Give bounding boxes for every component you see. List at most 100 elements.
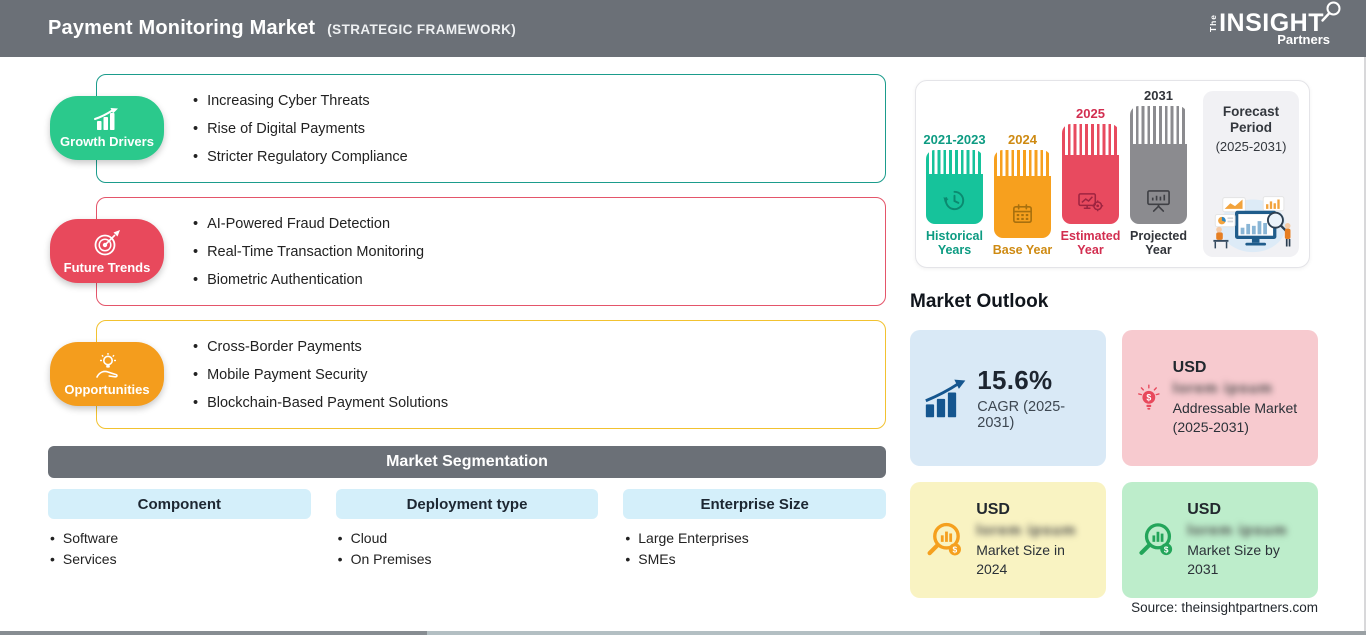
list-item: Large Enterprises [625,528,886,549]
segment-items: Cloud On Premises [336,528,599,570]
timeline-bars: 2021-2023 Historical Years 2024 Base Yea… [923,88,1191,257]
bar [1130,106,1187,224]
estimated-year-bar: 2025 Estimated Year [1061,106,1121,257]
slide-bottom-edge [0,631,1366,635]
masked-value: lorem ipsum [976,522,1077,539]
segment-deployment-type: Deployment type Cloud On Premises [335,489,599,570]
list-item: Real-Time Transaction Monitoring [193,238,424,266]
magnifier-icon [1321,1,1341,22]
segment-component: Component Software Services [48,489,311,570]
logo-the: The [1207,14,1218,33]
bulb-dollar-icon: $ [1138,384,1160,410]
list-item: Cross-Border Payments [193,333,448,361]
cagr-label: CAGR (2025-2031) [977,399,1066,431]
list-item: Services [50,549,311,570]
bar-label: Estimated Year [1060,229,1121,257]
masked-value: lorem ipsum [1187,522,1288,539]
cagr-card: 15.6% CAGR (2025-2031) [910,330,1106,466]
badge-label: Opportunities [64,381,150,397]
growth-drivers-box: Increasing Cyber Threats Rise of Digital… [96,74,886,183]
page-subtitle: (STRATEGIC FRAMEWORK) [327,22,517,37]
badge-label: Growth Drivers [60,133,154,149]
currency-label: USD [1172,359,1207,376]
bar [1062,124,1119,224]
opportunities-list: Cross-Border Payments Mobile Payment Sec… [193,333,448,417]
calendar-icon [1013,204,1032,224]
research-timeline-card: 2021-2023 Historical Years 2024 Base Yea… [915,80,1310,268]
opportunities-box: Cross-Border Payments Mobile Payment Sec… [96,320,886,429]
cagr-value: 15.6% [977,365,1053,395]
market-segmentation-header: Market Segmentation [48,446,886,478]
card-label: Market Size in 2024 [976,542,1065,577]
badge-label: Future Trends [63,259,151,275]
source-attribution: Source: theinsightpartners.com [1131,600,1318,615]
list-item: Cloud [338,528,599,549]
analytics-illustration [1213,196,1291,253]
growth-chart-icon [94,107,118,130]
bar-year: 2025 [1076,106,1105,121]
segment-title: Deployment type [335,489,599,519]
segment-items: Software Services [48,528,311,570]
card-label: Market Size by 2031 [1187,542,1280,577]
market-size-2031-card: $ USD lorem ipsum Market Size by 2031 [1122,482,1318,598]
list-item: AI-Powered Fraud Detection [193,210,424,238]
opportunities-badge: Opportunities [50,342,164,406]
future-trends-badge: Future Trends [50,219,164,283]
market-size-2024-card: $ USD lorem ipsum Market Size in 2024 [910,482,1106,598]
magnifier-chart-icon: $ [1139,523,1173,556]
title-group: Payment Monitoring Market (STRATEGIC FRA… [48,17,516,40]
historical-years-bar: 2021-2023 Historical Years [923,132,986,257]
list-item: On Premises [338,549,599,570]
future-trends-box: AI-Powered Fraud Detection Real-Time Tra… [96,197,886,306]
projected-year-bar: 2031 Projected Year [1130,88,1187,257]
future-trends-section: AI-Powered Fraud Detection Real-Time Tra… [48,197,886,306]
page-title: Payment Monitoring Market [48,17,316,39]
logo-insight: INSIGHT [1219,1,1341,36]
market-outlook-title: Market Outlook [910,291,1049,312]
insight-partners-logo: The INSIGHT Partners [1207,1,1341,46]
monitor-gear-icon [1078,193,1104,212]
segment-title: Component [48,489,311,519]
magnifier-chart-icon: $ [927,522,961,556]
bar-year: 2024 [1008,132,1037,147]
masked-value: lorem ipsum [1172,380,1273,397]
header-bar: Payment Monitoring Market (STRATEGIC FRA… [0,0,1366,57]
bar-year: 2021-2023 [923,132,986,147]
target-dart-icon [94,229,120,255]
growth-drivers-badge: Growth Drivers [50,96,164,160]
bar [926,150,983,224]
forecast-period-panel: Forecast Period (2025-2031) [1203,91,1299,257]
bar-label: Projected Year [1130,229,1187,257]
growth-drivers-list: Increasing Cyber Threats Rise of Digital… [193,87,408,171]
growth-drivers-section: Increasing Cyber Threats Rise of Digital… [48,74,886,183]
future-trends-list: AI-Powered Fraud Detection Real-Time Tra… [193,210,424,294]
forecast-range: (2025-2031) [1215,139,1287,154]
bar-label: Base Year [992,243,1053,257]
forecast-title: Forecast Period [1222,104,1280,135]
segment-enterprise-size: Enterprise Size Large Enterprises SMEs [623,489,887,570]
list-item: Mobile Payment Security [193,361,448,389]
clock-history-icon [943,190,965,211]
bar-label: Historical Years [926,229,983,257]
currency-label: USD [976,501,1010,518]
segmentation-columns: Component Software Services Deployment t… [48,489,887,570]
list-item: Biometric Authentication [193,266,424,294]
list-item: Stricter Regulatory Compliance [193,143,408,171]
list-item: Blockchain-Based Payment Solutions [193,389,448,417]
list-item: SMEs [625,549,886,570]
list-item: Software [50,528,311,549]
list-item: Increasing Cyber Threats [193,87,408,115]
addressable-market-card: $ USD lorem ipsum Addressable Market (20… [1122,330,1318,466]
list-item: Rise of Digital Payments [193,115,408,143]
base-year-bar: 2024 Base Year [993,132,1053,257]
bar [994,150,1051,238]
segment-title: Enterprise Size [623,489,887,519]
opportunities-section: Cross-Border Payments Mobile Payment Sec… [48,320,886,429]
hand-bulb-icon [96,352,118,378]
currency-label: USD [1187,501,1222,518]
cagr-growth-icon [925,379,966,418]
svg-text:$: $ [1164,545,1169,554]
presentation-icon [1147,190,1170,212]
svg-text:$: $ [953,545,958,555]
bar-year: 2031 [1144,88,1173,103]
